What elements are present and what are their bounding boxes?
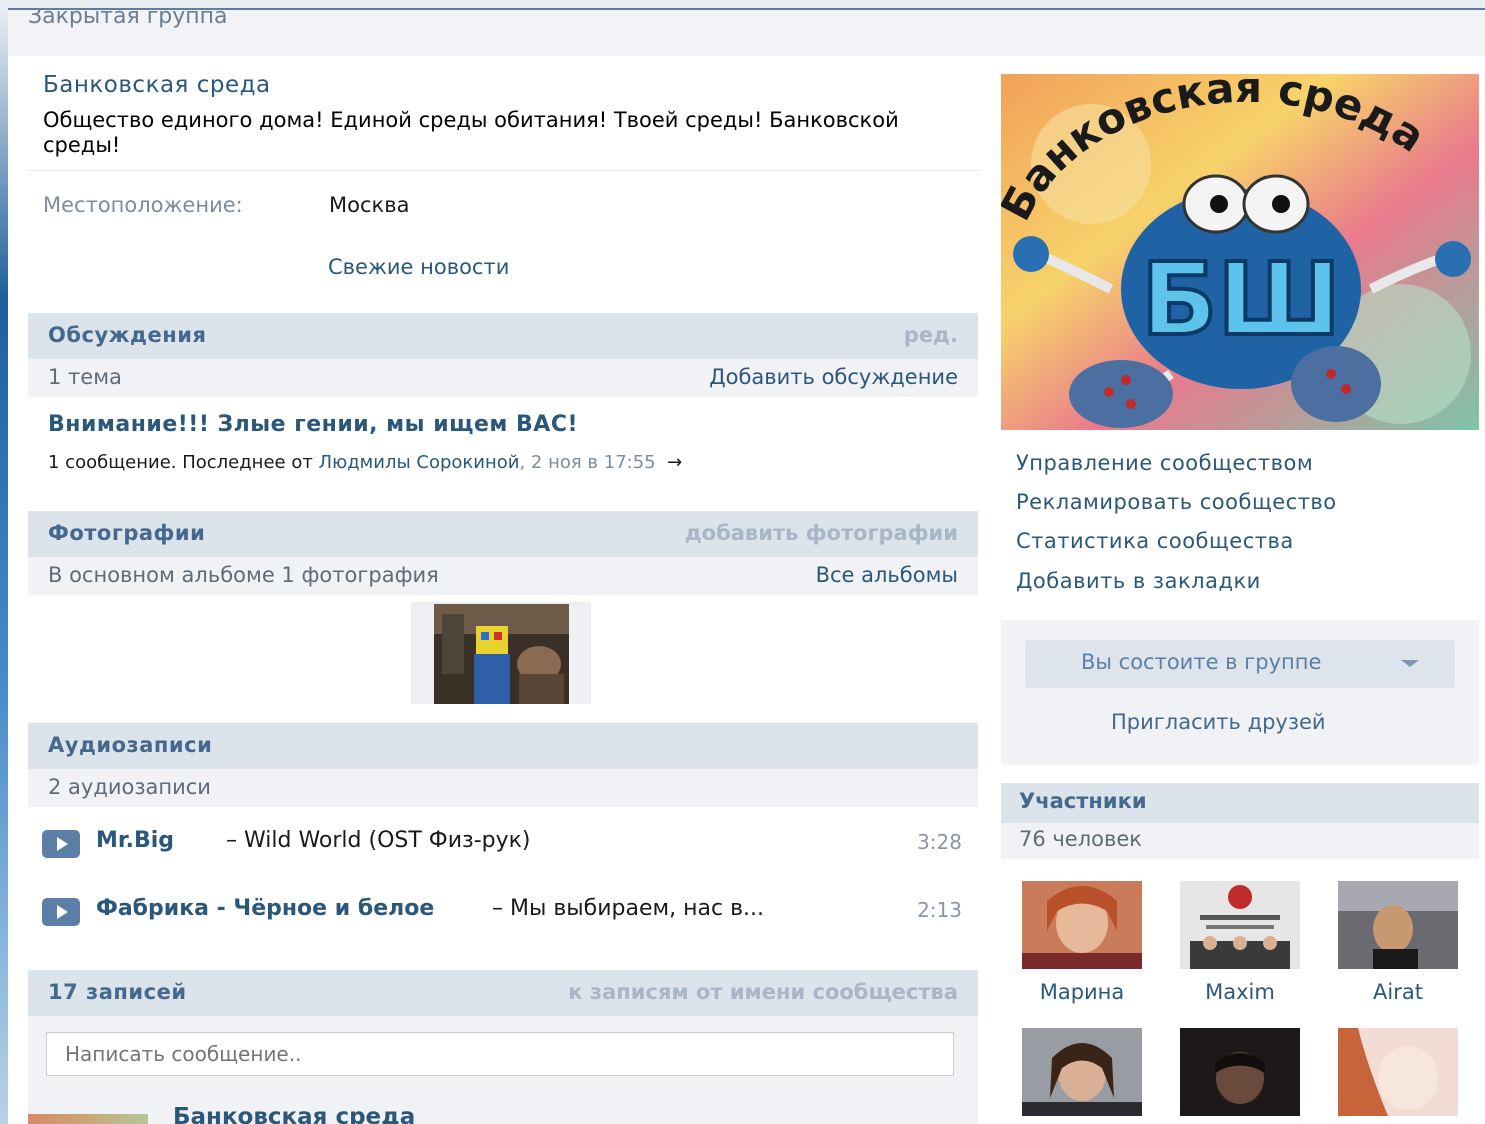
location-label: Местоположение:	[43, 193, 243, 217]
avatar-letters: БШ	[1141, 241, 1341, 358]
discussions-title[interactable]: Обсуждения	[48, 323, 206, 347]
topic-arrow-icon[interactable]: →	[667, 452, 682, 473]
audio-header: Аудиозаписи	[28, 723, 978, 769]
track-title: – Wild World (OST Физ-рук)	[226, 828, 531, 853]
membership-box: Вы состоите в группе Пригласить друзей	[1001, 620, 1479, 765]
track-title-text: Мы выбираем, нас в...	[510, 896, 765, 921]
member-name-link[interactable]: Maxim	[1180, 980, 1300, 1004]
photos-title[interactable]: Фотографии	[48, 521, 205, 545]
post-author-avatar[interactable]	[28, 1114, 148, 1124]
community-stats-link[interactable]: Статистика сообщества	[1016, 529, 1294, 553]
wall-header: 17 записей к записям от имени сообщества	[28, 970, 978, 1016]
group-avatar[interactable]: Банковская среда БШ	[1001, 74, 1479, 430]
wall-count[interactable]: 17 записей	[48, 980, 187, 1004]
member-avatar[interactable]	[1180, 881, 1300, 969]
add-photos-link[interactable]: добавить фотографии	[685, 521, 958, 545]
member-avatar[interactable]	[1338, 881, 1458, 969]
topic-last-date: , 2 ноя в 17:55	[519, 452, 656, 473]
topic-meta: 1 сообщение. Последнее от Людмилы Сороки…	[48, 452, 682, 473]
track-artist-link[interactable]: Фабрика - Чёрное и белое	[96, 896, 434, 921]
track-title-text: Wild World (OST Физ-рук)	[244, 828, 531, 853]
member-name-link[interactable]: Марина	[1022, 980, 1142, 1004]
topic-meta-prefix: 1 сообщение. Последнее от	[48, 452, 319, 473]
add-bookmark-link[interactable]: Добавить в закладки	[1016, 569, 1261, 593]
member-name-link[interactable]: Airat	[1338, 980, 1458, 1004]
track-duration: 3:28	[917, 830, 962, 854]
chevron-down-icon	[1401, 660, 1419, 667]
track-artist-link[interactable]: Mr.Big	[96, 828, 174, 853]
track-separator: –	[492, 896, 510, 921]
member-avatar[interactable]	[1022, 1028, 1142, 1116]
discussions-subheader: 1 тема Добавить обсуждение	[28, 359, 978, 397]
photos-count[interactable]: В основном альбоме 1 фотография	[48, 563, 439, 587]
fresh-news-link[interactable]: Свежие новости	[328, 255, 509, 279]
audio-track: Фабрика - Чёрное и белое – Мы выбираем, …	[42, 894, 972, 934]
audio-title[interactable]: Аудиозаписи	[48, 733, 212, 757]
topic-title-link[interactable]: Внимание!!! Злые гении, мы ищем ВАС!	[48, 412, 578, 437]
photos-header: Фотографии добавить фотографии	[28, 511, 978, 557]
participants-subheader: 76 человек	[1001, 823, 1479, 859]
membership-status-label: Вы состоите в группе	[1081, 650, 1322, 674]
member-avatar[interactable]	[1338, 1028, 1458, 1116]
location-value: Москва	[329, 193, 410, 217]
wall-community-filter-link[interactable]: к записям от имени сообщества	[568, 980, 958, 1004]
add-discussion-link[interactable]: Добавить обсуждение	[709, 365, 958, 389]
group-name: Банковская среда	[43, 72, 271, 98]
play-icon[interactable]	[42, 830, 80, 858]
all-albums-link[interactable]: Все альбомы	[816, 563, 958, 587]
photo-image[interactable]	[434, 604, 569, 704]
write-message-input[interactable]	[46, 1032, 954, 1076]
discussions-count[interactable]: 1 тема	[48, 365, 122, 389]
top-bar: Закрытая группа	[8, 8, 1485, 56]
group-description: Общество единого дома! Единой среды обит…	[43, 108, 899, 157]
photos-subheader: В основном альбоме 1 фотография Все альб…	[28, 557, 978, 595]
invite-friends-link[interactable]: Пригласить друзей	[1111, 710, 1326, 734]
track-title: – Мы выбираем, нас в...	[492, 896, 764, 921]
wall-composer	[28, 1016, 978, 1124]
closed-group-label: Закрытая группа	[28, 8, 228, 29]
member-avatar[interactable]	[1022, 881, 1142, 969]
play-icon[interactable]	[42, 898, 80, 926]
photo-thumbnail[interactable]	[411, 602, 591, 704]
promote-community-link[interactable]: Рекламировать сообщество	[1016, 490, 1337, 514]
manage-community-link[interactable]: Управление сообществом	[1016, 451, 1313, 475]
member-avatar[interactable]	[1180, 1028, 1300, 1116]
post-author-link[interactable]: Банковская среда	[173, 1104, 415, 1124]
track-duration: 2:13	[917, 898, 962, 922]
membership-status-button[interactable]: Вы состоите в группе	[1025, 640, 1455, 688]
participants-header: Участники	[1001, 783, 1479, 823]
page: Закрытая группа Банковская среда Обществ…	[8, 8, 1485, 1124]
divider	[28, 170, 980, 171]
audio-track: Mr.Big – Wild World (OST Физ-рук) 3:28	[42, 826, 972, 866]
track-separator: –	[226, 828, 244, 853]
topic-last-author-link[interactable]: Людмилы Сорокиной	[319, 452, 520, 473]
audio-subheader: 2 аудиозаписи	[28, 769, 978, 807]
discussions-edit-link[interactable]: ред.	[904, 323, 958, 347]
audio-count[interactable]: 2 аудиозаписи	[48, 775, 211, 799]
participants-title[interactable]: Участники	[1019, 789, 1147, 813]
discussions-header: Обсуждения ред.	[28, 313, 978, 359]
participants-count[interactable]: 76 человек	[1019, 827, 1142, 851]
